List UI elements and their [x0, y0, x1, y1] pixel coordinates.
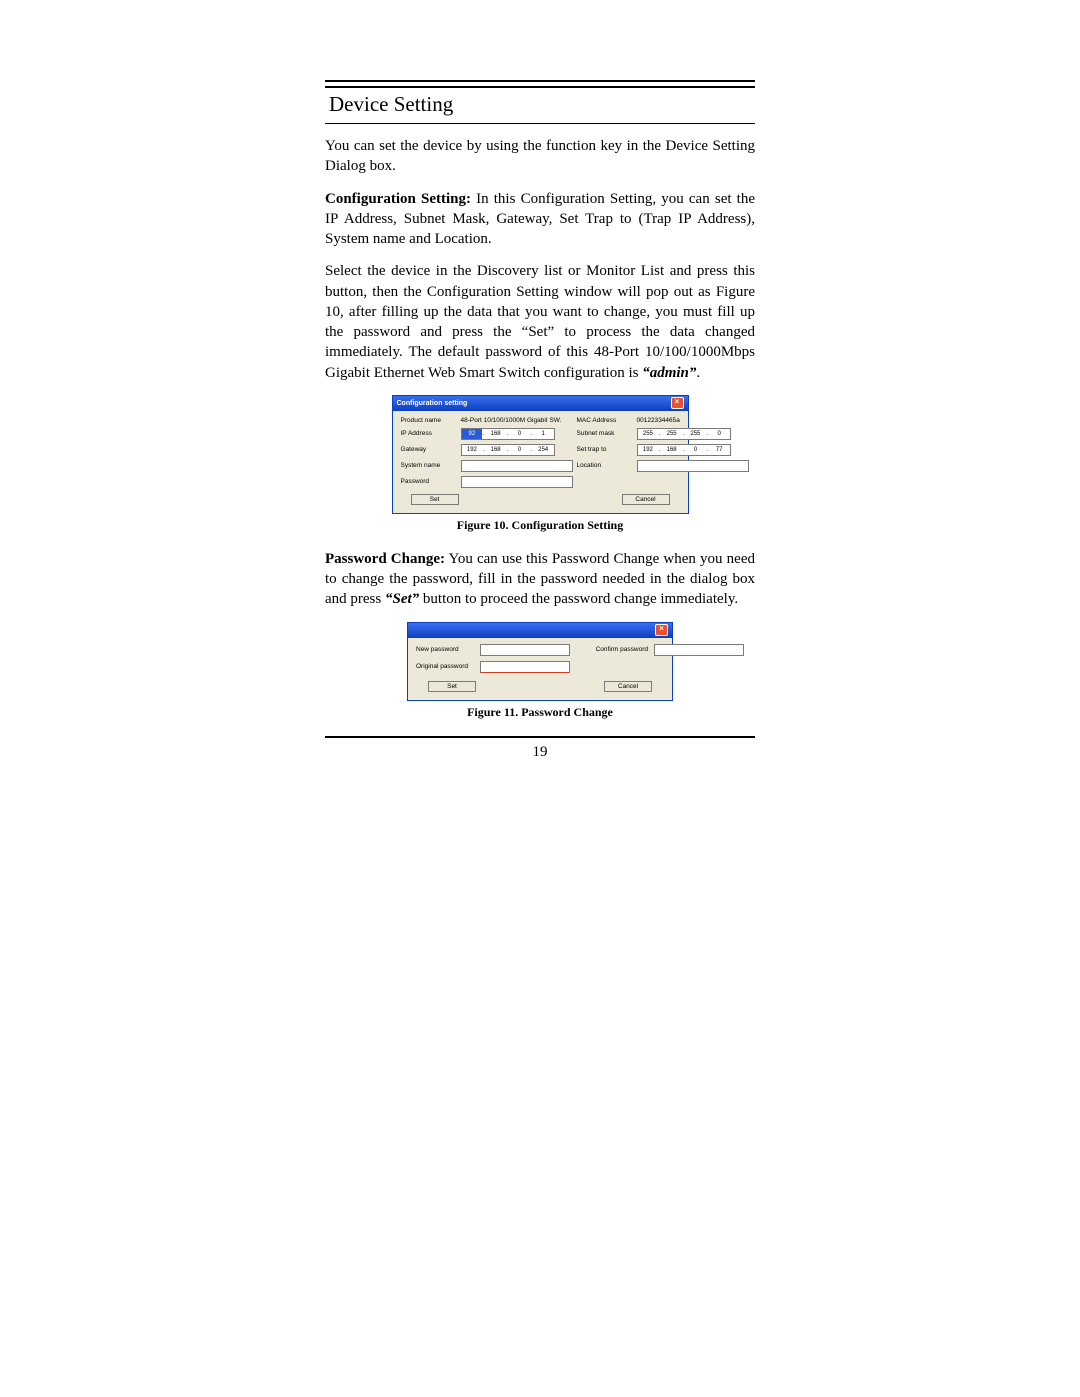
new-password-input[interactable]	[480, 644, 570, 656]
close-icon[interactable]: ×	[655, 624, 668, 636]
label-new-password: New password	[416, 646, 474, 653]
subnet-oct-4[interactable]: 0	[709, 429, 730, 439]
password-label: Password Change:	[325, 551, 445, 567]
select-paragraph: Select the device in the Discovery list …	[325, 261, 755, 383]
top-double-rule	[325, 80, 755, 88]
password-dialog-body: New password Confirm password Original p…	[408, 638, 672, 700]
content-column: Device Setting You can set the device by…	[325, 80, 755, 761]
password-body-2: button to proceed the password change im…	[419, 591, 738, 607]
figure-11: × New password Confirm password Original…	[325, 622, 755, 701]
label-original-password: Original password	[416, 663, 474, 670]
label-location: Location	[577, 462, 631, 469]
cancel-button[interactable]: Cancel	[622, 494, 670, 505]
intro-paragraph: You can set the device by using the func…	[325, 136, 755, 177]
password-dialog-titlebar[interactable]: ×	[408, 623, 672, 638]
select-body-1: Select the device in the Discovery list …	[325, 263, 755, 380]
config-dialog-title: Configuration setting	[397, 400, 468, 407]
ip-oct-1[interactable]: 92	[462, 429, 483, 439]
config-label: Configuration Setting:	[325, 191, 471, 207]
title-underline	[325, 123, 755, 124]
ip-address-input[interactable]: 92. 168. 0. 1	[461, 428, 555, 440]
password-input[interactable]	[461, 476, 573, 488]
trap-oct-3[interactable]: 0	[685, 445, 706, 455]
trap-input[interactable]: 192. 168. 0. 77	[637, 444, 731, 456]
label-set-trap: Set trap to	[577, 446, 631, 453]
value-product-name: 48-Port 10/100/1000M Gigabit SW.	[461, 417, 571, 424]
trap-oct-2[interactable]: 168	[661, 445, 682, 455]
admin-emph: “admin”	[642, 365, 696, 381]
password-dialog: × New password Confirm password Original…	[407, 622, 673, 701]
location-input[interactable]	[637, 460, 749, 472]
label-ip-address: IP Address	[401, 430, 455, 437]
figure-11-caption: Figure 11. Password Change	[325, 705, 755, 720]
select-body-end: .	[696, 365, 700, 381]
gateway-oct-3[interactable]: 0	[509, 445, 530, 455]
system-name-input[interactable]	[461, 460, 573, 472]
cancel-button[interactable]: Cancel	[604, 681, 652, 692]
subnet-mask-input[interactable]: 255. 255. 255. 0	[637, 428, 731, 440]
gateway-oct-4[interactable]: 254	[533, 445, 554, 455]
set-button[interactable]: Set	[428, 681, 476, 692]
subnet-oct-3[interactable]: 255	[685, 429, 706, 439]
trap-oct-1[interactable]: 192	[638, 445, 659, 455]
bottom-rule	[325, 736, 755, 738]
ip-oct-4[interactable]: 1	[533, 429, 554, 439]
config-dialog-titlebar[interactable]: Configuration setting ×	[393, 396, 688, 411]
label-password: Password	[401, 478, 455, 485]
original-password-input[interactable]	[480, 661, 570, 673]
set-button[interactable]: Set	[411, 494, 459, 505]
trap-oct-4[interactable]: 77	[709, 445, 730, 455]
gateway-input[interactable]: 192. 168. 0. 254	[461, 444, 555, 456]
subnet-oct-2[interactable]: 255	[661, 429, 682, 439]
figure-10-caption: Figure 10. Configuration Setting	[325, 518, 755, 533]
document-page: Device Setting You can set the device by…	[0, 0, 1080, 1397]
gateway-oct-1[interactable]: 192	[462, 445, 483, 455]
label-system-name: System name	[401, 462, 455, 469]
figure-10: Configuration setting × Product name 48-…	[325, 395, 755, 514]
password-paragraph: Password Change: You can use this Passwo…	[325, 549, 755, 610]
confirm-password-input[interactable]	[654, 644, 744, 656]
config-dialog: Configuration setting × Product name 48-…	[392, 395, 689, 514]
config-paragraph: Configuration Setting: In this Configura…	[325, 189, 755, 250]
set-emph: “Set”	[385, 591, 419, 607]
label-gateway: Gateway	[401, 446, 455, 453]
value-mac-address: 00122334465a	[637, 417, 747, 424]
config-dialog-body: Product name 48-Port 10/100/1000M Gigabi…	[393, 411, 688, 513]
label-subnet-mask: Subnet mask	[577, 430, 631, 437]
ip-oct-3[interactable]: 0	[509, 429, 530, 439]
label-mac-address: MAC Address	[577, 417, 631, 424]
ip-oct-2[interactable]: 168	[485, 429, 506, 439]
close-icon[interactable]: ×	[671, 397, 684, 409]
section-title: Device Setting	[329, 92, 755, 117]
label-confirm-password: Confirm password	[578, 646, 648, 653]
page-number: 19	[325, 744, 755, 761]
label-product-name: Product name	[401, 417, 455, 424]
gateway-oct-2[interactable]: 168	[485, 445, 506, 455]
subnet-oct-1[interactable]: 255	[638, 429, 659, 439]
